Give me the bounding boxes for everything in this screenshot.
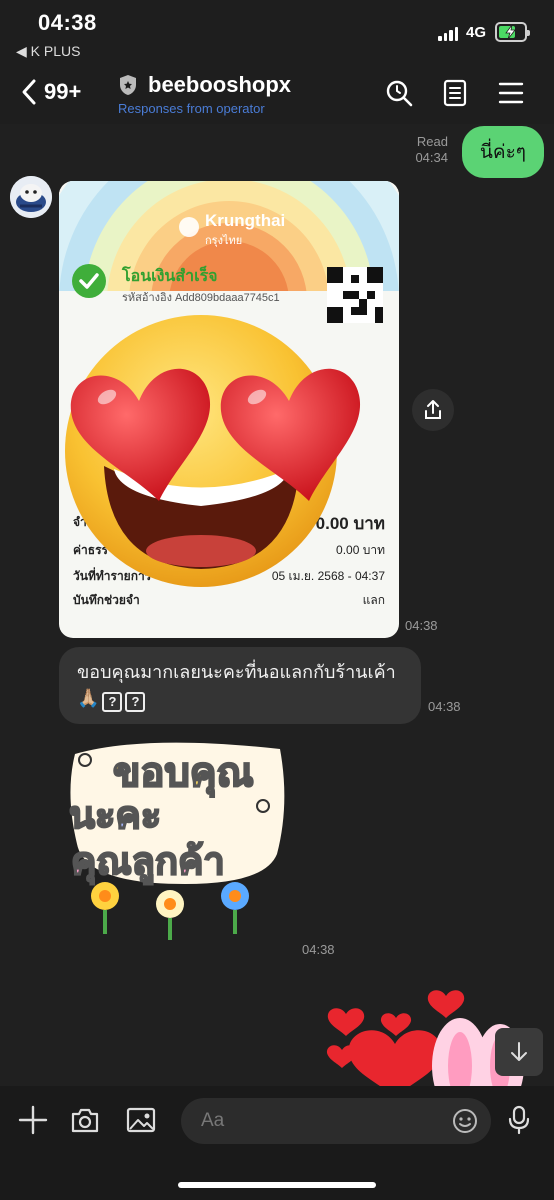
official-shield-icon bbox=[120, 75, 136, 95]
incoming-message-bubble[interactable]: ขอบคุณมากเลยนะคะที่นอแลกกับร้านเค้า🙏🏼?? bbox=[59, 647, 421, 724]
bank-name: Krungthai bbox=[205, 211, 286, 230]
chat-message-list[interactable]: Read 04:34 นี่ค่ะๆ Krungthai กรุงไทย โอน… bbox=[0, 124, 554, 1086]
battery-icon bbox=[495, 22, 530, 42]
share-button[interactable] bbox=[412, 389, 454, 431]
chat-header: 99+ beebooshopx Responses from operator bbox=[0, 66, 554, 124]
share-icon bbox=[425, 400, 441, 419]
notes-icon bbox=[443, 79, 467, 107]
back-button[interactable]: 99+ bbox=[20, 78, 81, 106]
hamburger-menu-icon bbox=[498, 82, 524, 104]
search-button[interactable] bbox=[384, 78, 414, 108]
transfer-status: โอนเงินสำเร็จ bbox=[122, 268, 218, 285]
shop-avatar-image bbox=[10, 176, 52, 218]
signal-icon bbox=[438, 26, 458, 41]
transfer-receipt-image[interactable]: Krungthai กรุงไทย โอนเงินสำเร็จ รหัสอ้าง… bbox=[59, 181, 399, 638]
notes-button[interactable] bbox=[440, 78, 470, 108]
message-time: 04:38 bbox=[405, 618, 438, 633]
camera-button[interactable] bbox=[69, 1104, 101, 1136]
message-input-bar bbox=[0, 1086, 554, 1200]
microphone-icon bbox=[508, 1105, 530, 1135]
sticker-text-line-3: คุณลูกค้า bbox=[70, 840, 226, 884]
chat-subtitle: Responses from operator bbox=[118, 101, 265, 116]
plus-icon bbox=[18, 1105, 48, 1135]
message-input[interactable] bbox=[181, 1098, 491, 1144]
read-receipt: Read 04:34 bbox=[415, 134, 448, 165]
avatar[interactable] bbox=[10, 176, 52, 218]
chat-title-block[interactable]: beebooshopx Responses from operator bbox=[118, 72, 291, 116]
add-attachment-button[interactable] bbox=[17, 1104, 49, 1136]
search-icon bbox=[386, 80, 413, 107]
thank-you-sticker[interactable]: ขอบคุณ นะคะ คุณลูกค้า bbox=[65, 734, 295, 954]
chevron-left-icon bbox=[22, 79, 36, 105]
arrow-down-icon bbox=[511, 1042, 527, 1061]
unread-count: 99+ bbox=[44, 79, 82, 104]
message-time: 04:38 bbox=[428, 699, 461, 714]
heart-eyes-emoji-sticker bbox=[65, 315, 361, 587]
scroll-to-bottom-button[interactable] bbox=[495, 1028, 543, 1076]
outgoing-message-bubble[interactable]: นี่ค่ะๆ bbox=[461, 126, 544, 178]
gallery-button[interactable] bbox=[125, 1104, 157, 1136]
home-indicator[interactable] bbox=[178, 1182, 376, 1188]
network-type: 4G bbox=[466, 24, 487, 41]
page-title: beebooshopx bbox=[148, 72, 292, 97]
clock: 04:38 bbox=[38, 10, 97, 35]
bank-name-th: กรุงไทย bbox=[205, 235, 243, 247]
back-to-app-link[interactable]: ◀ K PLUS bbox=[16, 43, 80, 60]
unknown-glyph-box: ? bbox=[125, 692, 146, 712]
unknown-glyph-box: ? bbox=[102, 692, 123, 712]
menu-button[interactable] bbox=[496, 78, 526, 108]
message-time: 04:38 bbox=[302, 942, 335, 957]
emoji-button[interactable] bbox=[452, 1108, 478, 1134]
voice-message-button[interactable] bbox=[503, 1104, 535, 1136]
status-bar: 04:38 ◀ K PLUS 4G bbox=[0, 0, 554, 66]
success-check-icon bbox=[72, 264, 106, 298]
smiley-icon bbox=[453, 1109, 477, 1133]
camera-icon bbox=[71, 1108, 99, 1133]
image-icon bbox=[126, 1107, 156, 1133]
